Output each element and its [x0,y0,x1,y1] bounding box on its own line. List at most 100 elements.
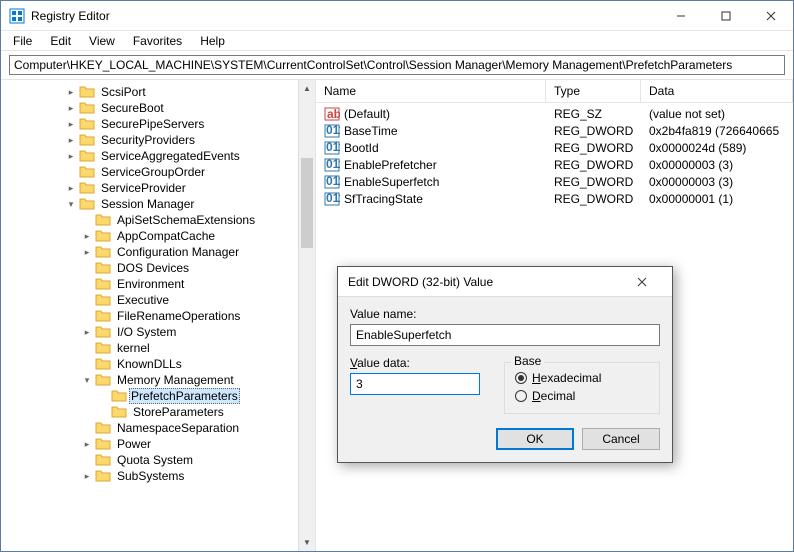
tree-item[interactable]: ▸ I/O System [1,324,315,340]
tree-item[interactable]: ▸Configuration Manager [1,244,315,260]
value-data: 0x00000003 (3) [645,158,793,172]
scroll-thumb[interactable] [301,158,313,248]
value-row[interactable]: 011BootIdREG_DWORD0x0000024d (589) [316,139,793,156]
tree-item[interactable]: ▸ ServiceAggregatedEvents [1,148,315,164]
window-title: Registry Editor [31,9,658,23]
svg-text:011: 011 [326,157,340,171]
tree-item[interactable]: ▸ SubSystems [1,468,315,484]
tree-item[interactable]: ▸ServiceProvider [1,180,315,196]
folder-icon [95,469,111,483]
tree-item[interactable]: NamespaceSeparation [1,420,315,436]
list-header: Name Type Data [316,80,793,103]
column-name[interactable]: Name [316,80,546,102]
maximize-button[interactable] [703,1,748,30]
expander-icon[interactable]: ▸ [81,247,93,258]
tree-item[interactable]: FileRenameOperations [1,308,315,324]
folder-icon [111,389,127,403]
ok-button[interactable]: OK [496,428,574,450]
dialog-close-button[interactable] [622,267,662,296]
expander-icon[interactable]: ▸ [65,87,77,98]
tree-item[interactable]: StoreParameters [1,404,315,420]
expander-icon[interactable]: ▸ [65,119,77,130]
folder-icon [95,213,111,227]
close-button[interactable] [748,1,793,30]
dialog-body: Value name: Value data: Base Hexadecimal… [338,297,672,462]
folder-icon [95,229,111,243]
value-name: EnableSuperfetch [344,175,439,189]
folder-icon [79,197,95,211]
expander-icon[interactable]: ▸ [81,439,93,450]
tree-item[interactable]: Environment [1,276,315,292]
tree-item[interactable]: ApiSetSchemaExtensions [1,212,315,228]
tree-item[interactable]: DOS Devices [1,260,315,276]
folder-icon [95,245,111,259]
tree-item[interactable]: ▾Memory Management [1,372,315,388]
expander-icon[interactable]: ▸ [65,135,77,146]
value-row[interactable]: 011SfTracingStateREG_DWORD0x00000001 (1) [316,190,793,207]
menu-edit[interactable]: Edit [42,33,79,49]
tree-item[interactable]: ▸SecureBoot [1,100,315,116]
value-name: BaseTime [344,124,398,138]
value-row[interactable]: ab(Default)REG_SZ(value not set) [316,105,793,122]
dialog-titlebar: Edit DWORD (32-bit) Value [338,267,672,297]
value-data: (value not set) [645,107,793,121]
menu-view[interactable]: View [81,33,123,49]
tree-item[interactable]: Executive [1,292,315,308]
radio-hexadecimal[interactable]: Hexadecimal [515,369,649,387]
expander-icon[interactable]: ▸ [81,231,93,242]
tree-item-label: SubSystems [115,469,186,483]
tree-pane[interactable]: ▲ ▼ ▸ScsiPort▸SecureBoot▸SecurePipeServe… [1,80,316,551]
tree-item[interactable]: ▸ScsiPort [1,84,315,100]
tree-item-label: KnownDLLs [115,357,184,371]
value-data: 0x00000001 (1) [645,192,793,206]
folder-icon [79,165,95,179]
column-data[interactable]: Data [641,80,793,102]
tree-item[interactable]: ▸SecurePipeServers [1,116,315,132]
radio-icon [515,372,527,384]
tree-item[interactable]: ▸SecurityProviders [1,132,315,148]
menu-file[interactable]: File [5,33,40,49]
value-row[interactable]: 011BaseTimeREG_DWORD0x2b4fa819 (72664066… [316,122,793,139]
cancel-button[interactable]: Cancel [582,428,660,450]
tree-item[interactable]: PrefetchParameters [1,388,315,404]
menu-favorites[interactable]: Favorites [125,33,190,49]
tree-item-label: ServiceAggregatedEvents [99,149,242,163]
tree-item[interactable]: ▾Session Manager [1,196,315,212]
tree-item-label: I/O System [115,325,178,339]
value-name-field[interactable] [350,324,660,346]
scroll-down-icon[interactable]: ▼ [299,534,315,551]
expander-icon[interactable]: ▾ [81,375,93,386]
value-type-icon: 011 [324,191,340,207]
base-group: Base Hexadecimal Decimal [504,362,660,414]
expander-icon[interactable]: ▸ [65,183,77,194]
tree-scrollbar[interactable]: ▲ ▼ [298,80,315,551]
expander-icon[interactable]: ▾ [65,199,77,210]
value-type-icon: 011 [324,174,340,190]
minimize-button[interactable] [658,1,703,30]
radio-decimal[interactable]: Decimal [515,387,649,405]
value-name: (Default) [344,107,390,121]
tree-item[interactable]: ▸ AppCompatCache [1,228,315,244]
tree-item[interactable]: ServiceGroupOrder [1,164,315,180]
tree-item[interactable]: Quota System [1,452,315,468]
value-type: REG_DWORD [550,175,645,189]
tree-item-label: Power [115,437,153,451]
column-type[interactable]: Type [546,80,641,102]
expander-icon[interactable]: ▸ [81,327,93,338]
scroll-up-icon[interactable]: ▲ [299,80,315,97]
tree-item-label: AppCompatCache [115,229,217,243]
value-data-field[interactable] [350,373,480,395]
tree-item-label: Executive [115,293,171,307]
value-name: BootId [344,141,379,155]
expander-icon[interactable]: ▸ [81,471,93,482]
address-input[interactable] [9,55,785,75]
expander-icon[interactable]: ▸ [65,151,77,162]
value-row[interactable]: 011EnablePrefetcherREG_DWORD0x00000003 (… [316,156,793,173]
expander-icon[interactable]: ▸ [65,103,77,114]
tree-item[interactable]: kernel [1,340,315,356]
value-row[interactable]: 011EnableSuperfetchREG_DWORD0x00000003 (… [316,173,793,190]
menu-help[interactable]: Help [192,33,233,49]
dialog-title: Edit DWORD (32-bit) Value [348,275,622,289]
tree-item[interactable]: KnownDLLs [1,356,315,372]
tree-item[interactable]: ▸ Power [1,436,315,452]
